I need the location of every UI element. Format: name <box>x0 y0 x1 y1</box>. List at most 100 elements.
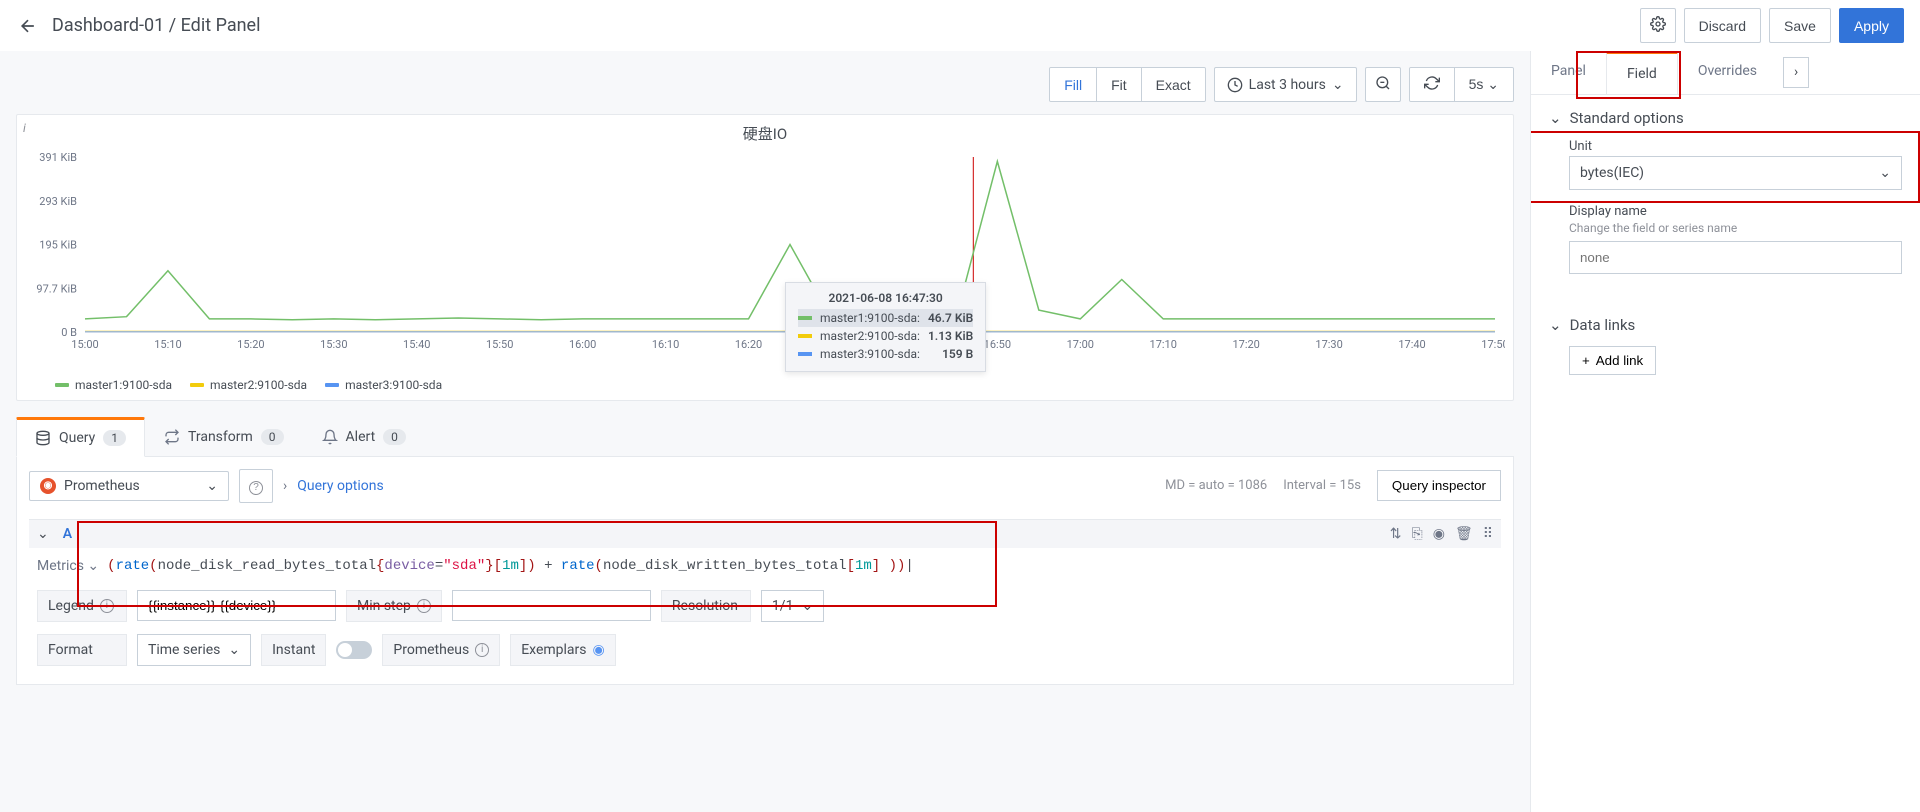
section-standard-options[interactable]: ⌄ Standard options <box>1549 109 1902 127</box>
fill-mode-group: Fill Fit Exact <box>1049 67 1205 102</box>
move-icon[interactable]: ⇅ <box>1390 526 1402 542</box>
chevron-down-icon: ⌄ <box>1549 316 1562 334</box>
metrics-label[interactable]: Metrics ⌄ <box>37 558 99 574</box>
datasource-name: Prometheus <box>64 478 140 494</box>
legend-label: master1:9100-sda <box>75 378 172 392</box>
info-icon[interactable]: i <box>475 643 489 657</box>
minstep-input[interactable] <box>452 590 651 621</box>
info-icon[interactable]: i <box>100 599 114 613</box>
tooltip-series-name: master1:9100-sda: <box>820 311 920 325</box>
settings-button[interactable] <box>1640 8 1676 43</box>
zoom-out-button[interactable] <box>1365 67 1401 102</box>
legend-field-label: Legendi <box>37 590 127 622</box>
back-arrow-icon[interactable] <box>16 14 40 38</box>
resolution-select[interactable]: 1/1⌄ <box>761 590 824 622</box>
add-link-button[interactable]: + Add link <box>1569 346 1656 375</box>
chart-title: 硬盘IO <box>25 123 1505 144</box>
refresh-interval-select[interactable]: 5s ⌄ <box>1455 68 1513 101</box>
svg-text:391 KiB: 391 KiB <box>39 152 77 164</box>
info-icon[interactable]: i <box>417 599 431 613</box>
chevron-down-icon[interactable]: ⌄ <box>37 526 49 542</box>
svg-text:16:50: 16:50 <box>984 338 1011 351</box>
tab-query[interactable]: Query 1 <box>16 417 145 457</box>
svg-text:293 KiB: 293 KiB <box>39 195 77 208</box>
eye-icon[interactable]: ◉ <box>593 642 605 658</box>
legend-item[interactable]: master3:9100-sda <box>325 378 442 392</box>
chevron-down-icon: ⌄ <box>1332 77 1344 93</box>
prometheus-field-label: Prometheusi <box>382 634 500 666</box>
section-data-links[interactable]: ⌄ Data links <box>1549 316 1902 334</box>
tab-label: Alert <box>346 429 376 445</box>
chevron-down-icon: ⌄ <box>1487 76 1499 93</box>
svg-text:17:50: 17:50 <box>1481 338 1505 351</box>
swatch-icon <box>798 334 812 338</box>
svg-text:17:20: 17:20 <box>1232 338 1259 351</box>
chevron-down-icon: ⌄ <box>1549 109 1562 127</box>
tab-field[interactable]: Field <box>1606 51 1678 94</box>
tab-transform[interactable]: Transform 0 <box>145 417 303 456</box>
query-interval-info: Interval = 15s <box>1283 478 1361 493</box>
legend-label: master3:9100-sda <box>345 378 442 392</box>
time-range-picker[interactable]: Last 3 hours ⌄ <box>1214 67 1357 102</box>
legend-item[interactable]: master1:9100-sda <box>55 378 172 392</box>
svg-text:15:40: 15:40 <box>403 338 430 351</box>
swatch-icon <box>798 352 812 356</box>
unit-value: bytes(IEC) <box>1580 165 1644 181</box>
question-icon: ? <box>249 481 263 495</box>
chart-legend: master1:9100-sda master2:9100-sda master… <box>25 372 1505 392</box>
tooltip-series-name: master3:9100-sda: <box>820 347 920 361</box>
tab-alert[interactable]: Alert 0 <box>303 417 425 456</box>
instant-toggle[interactable] <box>336 641 372 659</box>
query-letter[interactable]: A <box>55 526 80 542</box>
discard-button[interactable]: Discard <box>1684 8 1761 43</box>
legend-input[interactable] <box>137 590 336 621</box>
query-tabs: Query 1 Transform 0 Alert 0 <box>16 417 1514 457</box>
fill-button[interactable]: Fill <box>1050 68 1097 101</box>
tab-panel[interactable]: Panel <box>1531 51 1606 94</box>
unit-select[interactable]: bytes(IEC) ⌄ <box>1569 156 1902 190</box>
svg-text:16:10: 16:10 <box>652 338 679 351</box>
exact-button[interactable]: Exact <box>1142 68 1205 101</box>
expand-sidebar-button[interactable]: › <box>1783 57 1809 88</box>
swatch-icon <box>798 316 812 320</box>
query-options-link[interactable]: Query options <box>297 478 384 494</box>
breadcrumb: Dashboard-01 / Edit Panel <box>52 15 260 36</box>
drag-handle-icon[interactable]: ⠿ <box>1483 526 1493 542</box>
tooltip-series-name: master2:9100-sda: <box>820 329 920 343</box>
info-icon[interactable]: i <box>23 121 26 135</box>
chart-plot[interactable]: 0 B97.7 KiB195 KiB293 KiB391 KiB15:0015:… <box>25 152 1505 352</box>
tab-overrides[interactable]: Overrides <box>1678 51 1777 94</box>
save-button[interactable]: Save <box>1769 8 1831 43</box>
format-select[interactable]: Time series⌄ <box>137 634 251 666</box>
apply-button[interactable]: Apply <box>1839 8 1904 43</box>
legend-item[interactable]: master2:9100-sda <box>190 378 307 392</box>
promql-input[interactable]: (rate(node_disk_read_bytes_total{device=… <box>107 558 1493 574</box>
swatch-icon <box>55 383 69 387</box>
svg-text:15:00: 15:00 <box>71 338 98 351</box>
clock-icon <box>1227 77 1243 93</box>
chevron-right-icon[interactable]: › <box>283 478 287 494</box>
prometheus-logo-icon: ◉ <box>40 478 56 494</box>
datasource-select[interactable]: ◉ Prometheus ⌄ <box>29 471 229 501</box>
zoom-out-icon <box>1375 75 1391 91</box>
trash-icon[interactable]: 🗑 <box>1455 526 1473 542</box>
display-name-input[interactable] <box>1569 241 1902 274</box>
svg-text:17:30: 17:30 <box>1315 338 1342 351</box>
side-tabs: Panel Field Overrides › <box>1531 51 1920 95</box>
fit-button[interactable]: Fit <box>1097 68 1142 101</box>
refresh-button[interactable] <box>1410 68 1455 101</box>
datasource-help-button[interactable]: ? <box>239 469 273 503</box>
tab-count: 1 <box>103 430 126 446</box>
tooltip-value: 46.7 KiB <box>928 311 973 325</box>
chart-tooltip: 2021-06-08 16:47:30 master1:9100-sda: 46… <box>785 282 986 372</box>
eye-icon[interactable]: ◉ <box>1433 526 1445 542</box>
exemplars-field-label: Exemplars◉ <box>510 634 616 666</box>
svg-text:15:20: 15:20 <box>237 338 264 351</box>
chevron-down-icon: ⌄ <box>801 598 813 614</box>
query-inspector-button[interactable]: Query inspector <box>1377 470 1501 501</box>
copy-icon[interactable]: ⎘ <box>1412 526 1423 542</box>
refresh-group: 5s ⌄ <box>1409 67 1514 102</box>
chevron-down-icon: ⌄ <box>87 558 99 574</box>
tab-count: 0 <box>261 429 284 445</box>
query-md-info: MD = auto = 1086 <box>1165 478 1267 493</box>
